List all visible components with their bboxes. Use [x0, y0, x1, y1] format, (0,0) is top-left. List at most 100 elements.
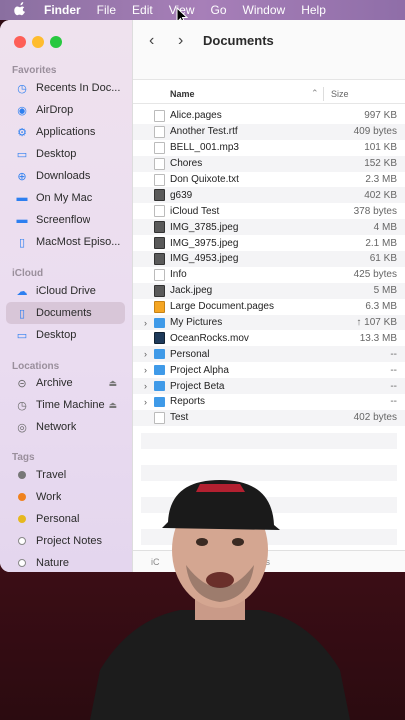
- forward-button[interactable]: ›: [178, 32, 183, 50]
- file-name: My Pictures: [170, 317, 223, 329]
- menu-edit[interactable]: Edit: [132, 3, 153, 17]
- folder-icon: [154, 349, 165, 360]
- sidebar-item-airdrop[interactable]: ◉ AirDrop: [6, 99, 125, 121]
- locations-header: Locations: [12, 361, 60, 372]
- sidebar-item-on-my-mac[interactable]: ▬ On My Mac: [6, 187, 125, 209]
- file-row[interactable]: IMG_4953.jpeg 61 KB: [133, 251, 405, 267]
- file-name: Reports: [170, 396, 206, 408]
- file-row[interactable]: › Personal --: [133, 346, 405, 363]
- network-icon: ◎: [17, 421, 27, 434]
- folder-icon: [154, 381, 165, 392]
- file-row[interactable]: BELL_001.mp3 101 KB: [133, 140, 405, 156]
- apple-menu-icon[interactable]: [14, 1, 34, 19]
- minimize-button[interactable]: [32, 36, 44, 48]
- document-icon: [154, 110, 165, 122]
- image-icon: [154, 189, 165, 202]
- disclosure-triangle-icon[interactable]: ›: [144, 365, 147, 375]
- sidebar-item-downloads[interactable]: ⊕ Downloads: [6, 165, 125, 187]
- file-name: IMG_4953.jpeg: [170, 253, 239, 265]
- menu-file[interactable]: File: [97, 3, 116, 17]
- file-row[interactable]: g639 402 KB: [133, 187, 405, 204]
- file-size: 409 bytes: [353, 126, 397, 138]
- file-row[interactable]: OceanRocks.mov 13.3 MB: [133, 330, 405, 346]
- folder-icon: [154, 317, 165, 328]
- image-icon: [154, 253, 165, 266]
- file-row[interactable]: › Project Beta --: [133, 378, 405, 395]
- file-size: 101 KB: [364, 142, 397, 154]
- menu-finder[interactable]: Finder: [44, 3, 81, 17]
- file-name: IMG_3785.jpeg: [170, 221, 239, 233]
- file-row[interactable]: IMG_3785.jpeg 4 MB: [133, 219, 405, 236]
- file-row[interactable]: › Reports --: [133, 394, 405, 410]
- sort-chevron-icon[interactable]: ⌃: [311, 88, 319, 99]
- file-size: 13.3 MB: [359, 332, 397, 344]
- file-size: 5 MB: [373, 285, 397, 297]
- column-size[interactable]: Size: [331, 89, 349, 99]
- file-row[interactable]: iCloud Test 378 bytes: [133, 203, 405, 219]
- cloud-icon: ☁: [16, 285, 28, 298]
- file-row[interactable]: Info 425 bytes: [133, 267, 405, 283]
- desktop-icon: ▭: [16, 329, 28, 342]
- toolbar: ‹ › Documents: [133, 20, 405, 80]
- sidebar-item-desktop[interactable]: ▭ Desktop: [6, 143, 125, 165]
- disclosure-triangle-icon[interactable]: ›: [144, 349, 147, 359]
- zoom-button[interactable]: [50, 36, 62, 48]
- file-row[interactable]: Large Document.pages 6.3 MB: [133, 299, 405, 315]
- tags-header: Tags: [12, 452, 35, 463]
- sidebar-item-network[interactable]: ◎ Network: [6, 416, 125, 438]
- file-name: Info: [170, 269, 187, 281]
- column-header: Name ⌃ Size: [133, 84, 405, 104]
- sidebar-item-applications[interactable]: ⚙ Applications: [6, 121, 125, 143]
- sidebar-item-documents[interactable]: ▯ Documents: [6, 302, 125, 324]
- column-divider[interactable]: [323, 87, 324, 101]
- file-row[interactable]: Chores 152 KB: [133, 155, 405, 172]
- document-icon: [154, 173, 165, 186]
- file-row[interactable]: Test 402 bytes: [133, 409, 405, 426]
- sidebar-item-screenflow[interactable]: ▬ Screenflow: [6, 209, 125, 231]
- tag-dot-icon: [18, 515, 26, 523]
- eject-icon[interactable]: ⏏: [108, 378, 117, 389]
- file-row[interactable]: Alice.pages 997 KB: [133, 108, 405, 124]
- sidebar-item-icloud-desktop[interactable]: ▭ Desktop: [6, 324, 125, 346]
- sidebar-item-time-machine[interactable]: ◷ Time Machine ⏏: [6, 394, 125, 416]
- file-row[interactable]: › My Pictures ↑ 107 KB: [133, 314, 405, 331]
- file-size: --: [390, 380, 397, 392]
- disclosure-triangle-icon[interactable]: ›: [144, 397, 147, 407]
- disclosure-triangle-icon[interactable]: ›: [144, 381, 147, 391]
- file-list: Alice.pages 997 KB Another Test.rtf 409 byt…: [133, 108, 405, 426]
- file-name: iCloud Test: [170, 205, 220, 217]
- file-size: 402 KB: [364, 189, 397, 201]
- eject-icon[interactable]: ⏏: [108, 400, 117, 411]
- menu-bar: Finder File Edit View Go Window Help: [0, 0, 405, 20]
- file-size: 402 bytes: [353, 412, 397, 424]
- sidebar-item-icloud-drive[interactable]: ☁ iCloud Drive: [6, 280, 125, 302]
- file-size: 997 KB: [364, 110, 397, 122]
- back-button[interactable]: ‹: [149, 32, 154, 50]
- file-row[interactable]: Another Test.rtf 409 bytes: [133, 123, 405, 140]
- clock-icon: ◷: [17, 82, 27, 95]
- file-row[interactable]: Don Quixote.txt 2.3 MB: [133, 172, 405, 188]
- document-icon: [154, 205, 165, 218]
- close-button[interactable]: [14, 36, 26, 48]
- folder-icon: ▬: [16, 214, 28, 226]
- column-name[interactable]: Name: [170, 89, 195, 99]
- file-size: 2.3 MB: [365, 174, 397, 185]
- menu-window[interactable]: Window: [243, 3, 286, 17]
- sidebar-item-recents[interactable]: ◷ Recents In Doc...: [6, 77, 125, 99]
- applications-icon: ⚙: [17, 126, 27, 139]
- file-row[interactable]: Jack.jpeg 5 MB: [133, 282, 405, 299]
- sidebar-item-archive[interactable]: ⊝ Archive ⏏: [6, 372, 125, 394]
- tag-dot-icon: [18, 493, 26, 501]
- file-size: --: [390, 396, 397, 408]
- file-row[interactable]: › Project Alpha --: [133, 362, 405, 378]
- sidebar-item-macmost[interactable]: ▯ MacMost Episo...: [6, 231, 125, 253]
- file-name: OceanRocks.mov: [170, 332, 249, 344]
- file-size: 4 MB: [373, 221, 397, 233]
- tag-dot-icon: [18, 471, 26, 479]
- menu-help[interactable]: Help: [301, 3, 326, 17]
- drive-icon: ⊝: [17, 377, 27, 390]
- disclosure-triangle-icon[interactable]: ›: [144, 318, 147, 328]
- file-row[interactable]: IMG_3975.jpeg 2.1 MB: [133, 235, 405, 251]
- movie-icon: [154, 332, 165, 345]
- menu-go[interactable]: Go: [211, 3, 227, 17]
